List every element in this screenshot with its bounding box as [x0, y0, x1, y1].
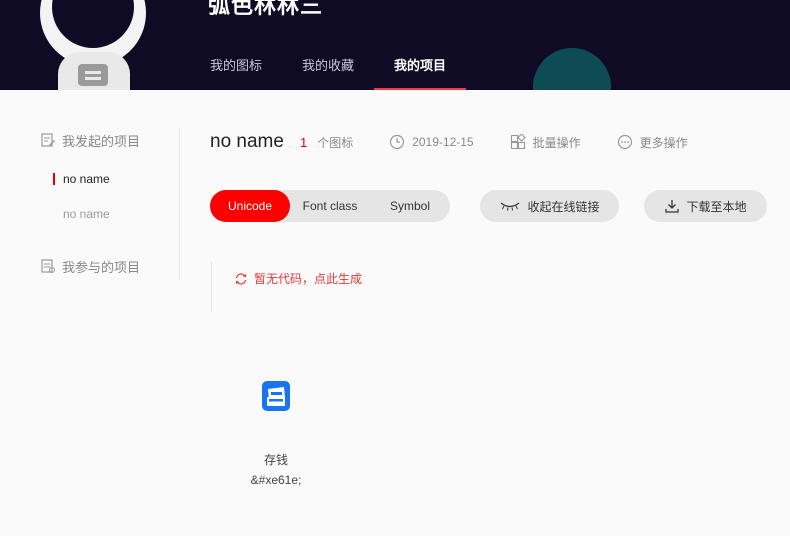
edit-document-icon [41, 133, 55, 147]
joined-document-icon [41, 259, 55, 273]
icon-count-unit: 个图标 [317, 135, 354, 150]
sidebar-group-joined-label: 我参与的项目 [62, 259, 141, 275]
tab-my-icons[interactable]: 我的图标 [190, 46, 282, 90]
refresh-icon [235, 272, 247, 285]
mode-symbol-button[interactable]: Symbol [370, 190, 450, 222]
project-date-text: 2019-12-15 [412, 135, 474, 149]
top-banner: 弧色林林三 我的图标 我的收藏 我的项目 [0, 0, 790, 90]
download-local-button[interactable]: 下载至本地 [644, 190, 767, 222]
tab-my-favorites[interactable]: 我的收藏 [282, 46, 374, 90]
icon-card[interactable]: 存钱 &#xe61e; [236, 376, 316, 487]
sidebar-item-project[interactable]: no name [40, 169, 179, 189]
sidebar-group-started-label: 我发起的项目 [62, 133, 141, 149]
generate-code-link[interactable]: 暂无代码，点此生成 [234, 270, 362, 287]
mode-font-class-button[interactable]: Font class [290, 190, 370, 222]
more-operations-label: 更多操作 [639, 135, 688, 150]
astronaut-avatar[interactable] [40, 0, 146, 90]
more-dots-icon [617, 134, 632, 150]
planet-decoration [533, 48, 611, 90]
code-type-switch: Unicode Font class Symbol [210, 190, 450, 222]
icon-count: 1 [299, 134, 308, 150]
project-sidebar: 我发起的项目 no name no name 我参与的项目 [40, 128, 180, 280]
clock-icon [390, 134, 405, 150]
mode-unicode-button[interactable]: Unicode [210, 190, 290, 222]
download-local-label: 下载至本地 [686, 199, 747, 214]
username: 弧色林林三 [208, 0, 324, 18]
download-icon [665, 200, 680, 213]
batch-operations-button[interactable]: 批量操作 [510, 134, 581, 151]
icon-unicode: &#xe61e; [250, 473, 302, 487]
project-header: no name 1 个图标 2019-12-15 批量操作 更多操作 [210, 128, 688, 156]
more-operations-button[interactable]: 更多操作 [617, 134, 688, 151]
collapse-online-link-button[interactable]: 收起在线链接 [480, 190, 619, 222]
project-title: no name [210, 131, 284, 152]
header-tabs: 我的图标 我的收藏 我的项目 [190, 46, 467, 90]
tab-my-projects[interactable]: 我的项目 [374, 46, 467, 90]
closed-eye-icon [501, 202, 520, 211]
online-code-panel: 暂无代码，点此生成 [211, 262, 771, 312]
generate-code-label: 暂无代码，点此生成 [254, 272, 363, 286]
collapse-online-link-label: 收起在线链接 [527, 199, 600, 214]
grid-icon [510, 134, 526, 150]
batch-operations-label: 批量操作 [532, 135, 581, 150]
project-date: 2019-12-15 [389, 134, 474, 150]
wallet-card-icon [262, 381, 290, 411]
sidebar-group-started: 我发起的项目 [40, 128, 179, 152]
sidebar-group-joined[interactable]: 我参与的项目 [40, 254, 179, 278]
sidebar-item-project[interactable]: no name [40, 204, 179, 224]
icon-name: 存钱 [263, 453, 288, 467]
